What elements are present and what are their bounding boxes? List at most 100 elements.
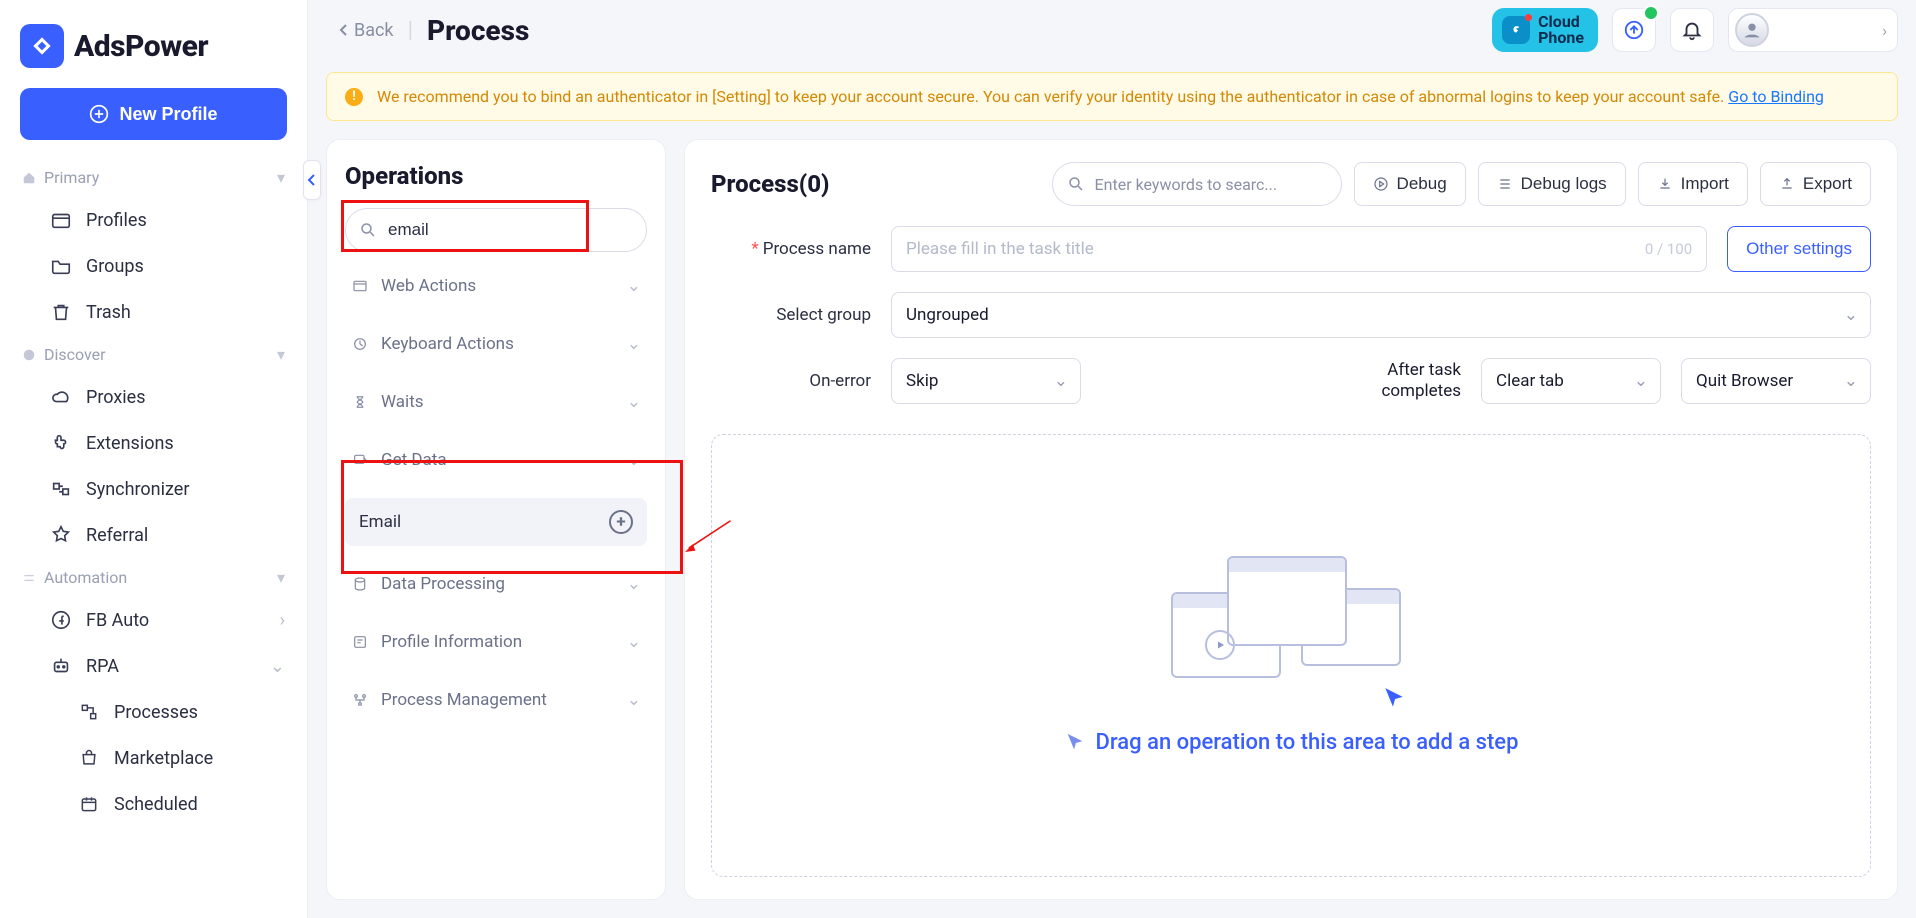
process-search-input[interactable]: Enter keywords to searc... <box>1052 162 1342 206</box>
sliders-icon <box>22 571 36 585</box>
alert-text: We recommend you to bind an authenticato… <box>377 87 1728 106</box>
export-button[interactable]: Export <box>1760 162 1871 206</box>
drop-instruction: Drag an operation to this area to add a … <box>1064 730 1519 755</box>
notifications-button[interactable] <box>1670 8 1714 52</box>
back-button[interactable]: Back <box>338 20 394 41</box>
pointer-icon <box>1064 732 1086 754</box>
btn-label: Debug <box>1397 174 1447 194</box>
chevron-down-icon: ▾ <box>277 345 285 364</box>
drop-steps-area[interactable]: Drag an operation to this area to add a … <box>711 434 1871 877</box>
sidebar-item-profiles[interactable]: Profiles <box>0 197 307 243</box>
sidebar-item-synchronizer[interactable]: Synchronizer <box>0 466 307 512</box>
cursor-icon <box>1381 686 1407 712</box>
sidebar-item-groups[interactable]: Groups <box>0 243 307 289</box>
green-badge-icon <box>1643 5 1659 21</box>
fetch-icon <box>351 451 369 469</box>
chevron-down-icon: ⌄ <box>1054 371 1068 391</box>
user-menu[interactable]: › <box>1728 8 1898 52</box>
ops-group-waits[interactable]: Waits ⌄ <box>345 378 647 426</box>
section-header-automation[interactable]: Automation ▾ <box>0 558 307 597</box>
sidebar-item-marketplace[interactable]: Marketplace <box>0 735 307 781</box>
debug-button[interactable]: Debug <box>1354 162 1466 206</box>
section-label: Primary <box>44 168 99 187</box>
page-title: Process <box>427 14 529 47</box>
sidebar-item-proxies[interactable]: Proxies <box>0 374 307 420</box>
sidebar-item-trash[interactable]: Trash <box>0 289 307 335</box>
select-value: Skip <box>906 371 938 391</box>
database-icon <box>351 575 369 593</box>
item-label: Marketplace <box>114 748 213 769</box>
ops-group-profile-info[interactable]: Profile Information⌄ <box>345 618 647 666</box>
item-label: Extensions <box>86 433 174 454</box>
btn-label: Export <box>1803 174 1852 194</box>
item-label: Processes <box>114 702 198 723</box>
ops-group-get-data[interactable]: Get Data⌄ <box>345 436 647 484</box>
cloud-phone-icon <box>1502 16 1530 44</box>
item-label: Groups <box>86 256 144 277</box>
chevron-down-icon: ⌄ <box>1844 371 1858 391</box>
folder-icon <box>50 255 72 277</box>
chevron-down-icon: ⌄ <box>627 392 641 412</box>
ops-group-data-processing[interactable]: Data Processing⌄ <box>345 560 647 608</box>
form-label-group: Select group <box>711 305 871 325</box>
robot-icon <box>50 655 72 677</box>
operations-search-input[interactable] <box>345 208 647 252</box>
chevron-down-icon: ⌄ <box>270 656 285 677</box>
ops-item-label: Email <box>359 512 401 532</box>
chevron-down-icon: ⌄ <box>627 690 641 710</box>
other-settings-button[interactable]: Other settings <box>1727 226 1871 272</box>
upload-icon <box>1779 176 1795 192</box>
ops-group-keyboard[interactable]: Keyboard Actions⌄ <box>345 320 647 368</box>
section-header-discover[interactable]: Discover ▾ <box>0 335 307 374</box>
sidebar-item-referral[interactable]: Referral <box>0 512 307 558</box>
group-label: Keyboard Actions <box>381 334 514 354</box>
item-label: Referral <box>86 525 148 546</box>
debug-logs-button[interactable]: Debug logs <box>1478 162 1626 206</box>
cloud-phone-l2: Phone <box>1538 30 1584 46</box>
search-icon <box>359 221 377 239</box>
group-label: Waits <box>381 392 424 412</box>
ops-group-process-mgmt[interactable]: Process Management⌄ <box>345 676 647 724</box>
section-label: Discover <box>44 345 106 364</box>
alert-link[interactable]: Go to Binding <box>1728 87 1824 106</box>
left-sidebar: AdsPower New Profile Primary ▾ Profiles … <box>0 0 308 918</box>
ops-item-email[interactable]: Email + <box>345 498 647 546</box>
section-header-primary[interactable]: Primary ▾ <box>0 158 307 197</box>
new-profile-label: New Profile <box>119 104 217 125</box>
item-label: Profiles <box>86 210 147 231</box>
logo: AdsPower <box>0 0 307 88</box>
select-on-error[interactable]: Skip ⌄ <box>891 358 1081 404</box>
sidebar-item-extensions[interactable]: Extensions <box>0 420 307 466</box>
back-label: Back <box>354 20 394 41</box>
item-label: Trash <box>86 302 131 323</box>
sidebar-item-fbauto[interactable]: FB Auto› <box>0 597 307 643</box>
group-label: Web Actions <box>381 276 476 296</box>
home-icon <box>22 171 36 185</box>
chevron-down-icon: ⌄ <box>627 574 641 594</box>
shop-icon <box>78 747 100 769</box>
add-icon[interactable]: + <box>609 510 633 534</box>
select-group[interactable]: Ungrouped⌄ <box>891 292 1871 338</box>
select-after-tab[interactable]: Clear tab⌄ <box>1481 358 1661 404</box>
ops-group-web-actions[interactable]: Web Actions⌄ <box>345 262 647 310</box>
cloud-phone-button[interactable]: CloudPhone <box>1492 8 1598 52</box>
avatar-icon <box>1735 13 1769 47</box>
trash-icon <box>50 301 72 323</box>
sidebar-item-scheduled[interactable]: Scheduled <box>0 781 307 827</box>
btn-label: Import <box>1681 174 1729 194</box>
cloud-icon <box>50 386 72 408</box>
drop-text-label: Drag an operation to this area to add a … <box>1096 730 1519 755</box>
sidebar-item-rpa[interactable]: RPA⌄ <box>0 643 307 689</box>
select-after-browser[interactable]: Quit Browser ⌄ <box>1681 358 1871 404</box>
process-name-input[interactable]: Please fill in the task title0 / 100 <box>891 226 1707 272</box>
import-button[interactable]: Import <box>1638 162 1748 206</box>
hourglass-icon <box>351 393 369 411</box>
select-value: Quit Browser <box>1696 371 1793 391</box>
empty-illustration <box>1171 556 1411 706</box>
sidebar-item-processes[interactable]: Processes <box>0 689 307 735</box>
puzzle-icon <box>50 432 72 454</box>
new-profile-button[interactable]: New Profile <box>20 88 287 140</box>
upload-button[interactable] <box>1612 8 1656 52</box>
play-circle-icon <box>1205 630 1235 660</box>
item-label: Proxies <box>86 387 146 408</box>
